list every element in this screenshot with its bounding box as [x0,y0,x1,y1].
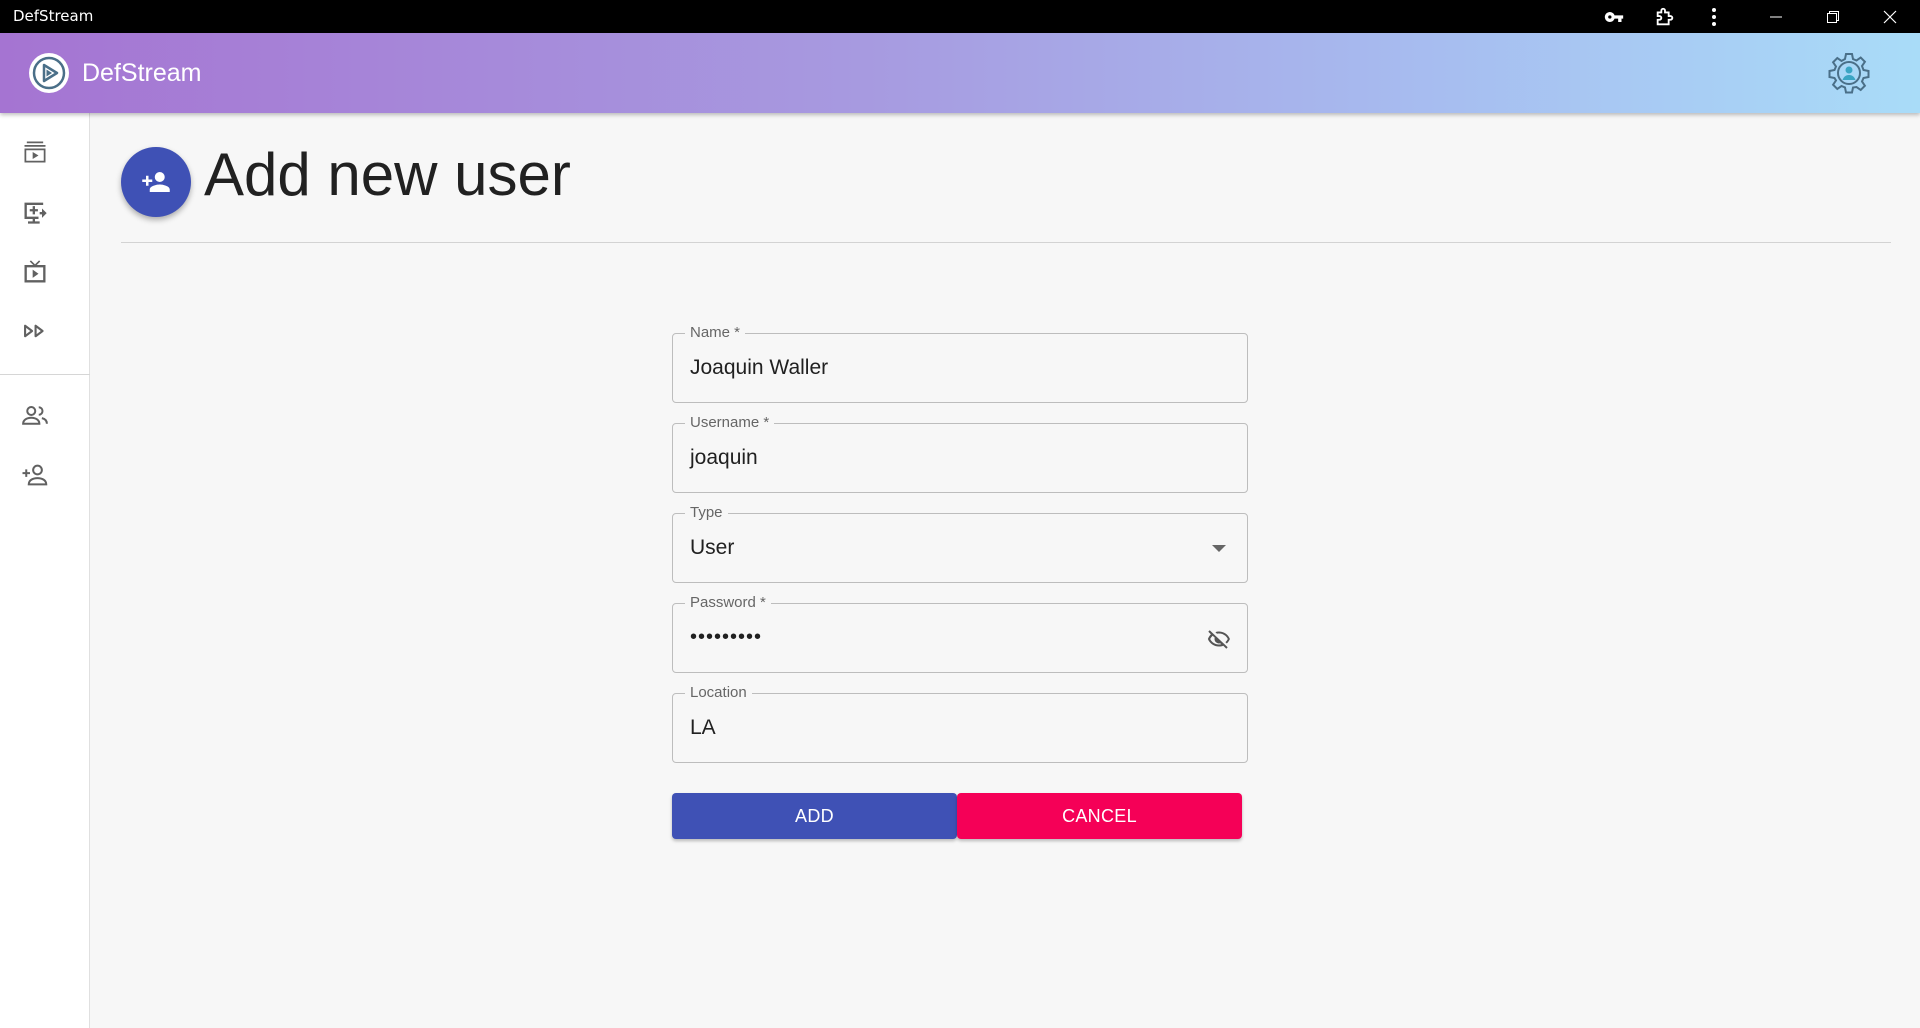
users-icon [22,405,48,425]
restore-icon[interactable] [1810,0,1856,33]
fast-forward-icon [24,324,44,338]
location-label: Location [685,684,752,702]
heading-divider [121,242,1891,243]
type-select[interactable]: Type User [672,504,1248,583]
password-field[interactable]: Password * ••••••••• [672,594,1248,673]
password-value: ••••••••• [690,626,763,648]
username-label: Username * [685,414,775,432]
sidebar-item-live-tv[interactable] [16,253,54,291]
type-value: User [690,536,735,559]
close-icon[interactable] [1867,0,1913,33]
sidebar-item-add-user[interactable] [16,456,54,494]
page-title: Add new user [204,141,571,208]
username-value: joaquin [690,446,758,469]
sidebar-item-streams[interactable] [16,133,54,171]
cancel-button[interactable]: CANCEL [957,793,1242,839]
app-logo-icon [29,53,69,93]
name-field[interactable]: Name * Joaquin Waller [672,324,1248,403]
app-header: DefStream [0,33,1920,113]
more-vert-icon[interactable] [1702,0,1726,33]
live-tv-icon [24,260,46,283]
window-titlebar: DefStream [0,0,1920,33]
window-title: DefStream [13,7,94,25]
location-value: LA [690,716,716,739]
settings-gear-icon [1828,53,1870,94]
name-value: Joaquin Waller [690,356,829,379]
add-user-heading-icon [121,147,191,217]
add-user-icon [22,464,48,486]
visibility-off-icon[interactable] [1207,627,1231,651]
location-field[interactable]: Location LA [672,684,1248,763]
streams-icon [24,141,46,163]
add-screen-icon [24,202,47,224]
add-button[interactable]: ADD [672,793,957,839]
app-name: DefStream [82,59,202,87]
key-icon[interactable] [1600,0,1628,33]
dropdown-arrow-icon [1207,537,1231,561]
password-label: Password * [685,594,771,612]
type-label: Type [685,504,728,522]
sidebar-item-add-screen[interactable] [16,193,54,231]
name-label: Name * [685,324,746,342]
sidebar-item-fast-forward[interactable] [16,312,54,350]
settings-button[interactable] [1827,51,1871,95]
sidebar-item-users[interactable] [16,396,54,434]
extensions-icon[interactable] [1651,0,1679,33]
sidebar-divider [0,374,90,375]
minimize-icon[interactable] [1753,0,1799,33]
sidebar [0,113,90,1028]
username-field[interactable]: Username * joaquin [672,414,1248,493]
